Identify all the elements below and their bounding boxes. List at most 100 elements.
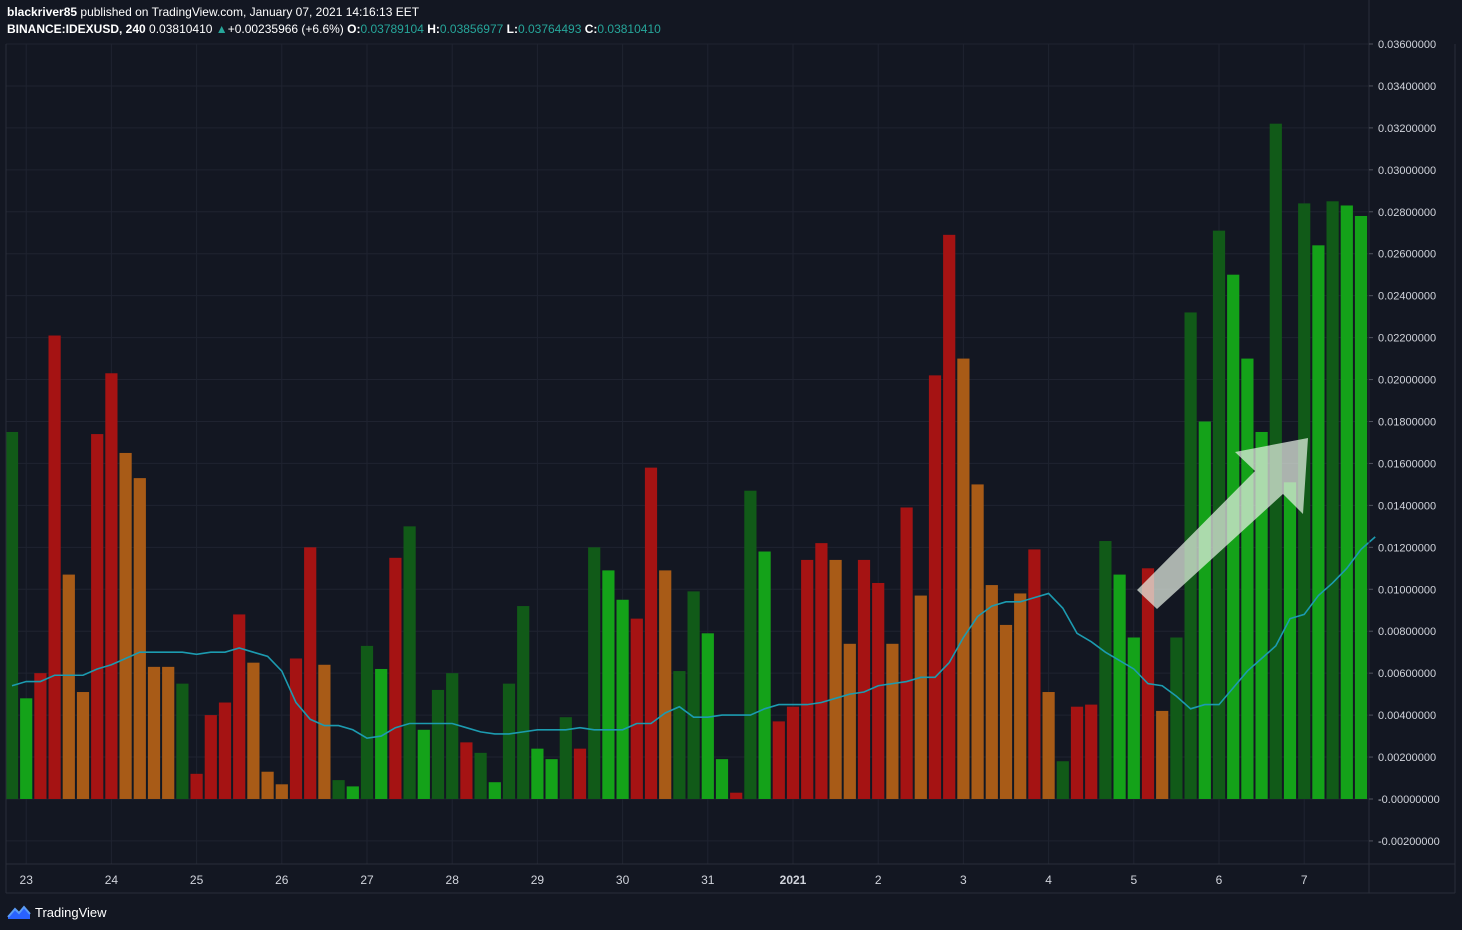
x-tick-label: 30 [616, 873, 630, 887]
histogram-bar [829, 559, 842, 799]
histogram-bar [659, 570, 672, 799]
histogram-bar [91, 434, 104, 799]
histogram-bar [517, 606, 530, 799]
x-tick-label: 28 [446, 873, 460, 887]
y-tick-label: 0.03000000 [1378, 165, 1436, 177]
histogram-bar [474, 752, 487, 799]
histogram-bar [715, 759, 729, 799]
histogram-bar [815, 543, 828, 799]
x-tick-label: 26 [275, 873, 289, 887]
histogram-bar [1127, 637, 1140, 799]
y-tick-label: 0.01000000 [1378, 584, 1436, 596]
x-tick-label: 23 [20, 873, 34, 887]
histogram-bar [1326, 201, 1339, 799]
histogram-bar [644, 467, 658, 799]
histogram-bar [1070, 706, 1084, 799]
y-tick-label: -0.00000000 [1378, 794, 1440, 806]
histogram-bar [446, 673, 459, 799]
histogram-bar [758, 551, 771, 799]
histogram-bar [162, 666, 175, 799]
histogram-bar [1042, 692, 1055, 799]
histogram-bar [204, 715, 217, 799]
y-tick-label: 0.03200000 [1378, 123, 1436, 135]
y-tick-label: 0.00800000 [1378, 626, 1436, 638]
histogram-bar [460, 742, 473, 799]
histogram-bar [332, 780, 345, 799]
histogram-bar [772, 721, 785, 799]
histogram-bar [999, 624, 1013, 799]
histogram-bars [5, 123, 1368, 799]
histogram-bar [1340, 205, 1353, 799]
y-tick-label: 0.01200000 [1378, 542, 1436, 554]
histogram-bar [857, 559, 871, 799]
histogram-bar [389, 557, 402, 799]
x-tick-label: 24 [105, 873, 119, 887]
y-tick-label: 0.00200000 [1378, 752, 1436, 764]
x-tick-label: 4 [1045, 873, 1052, 887]
y-tick-label: 0.01800000 [1378, 416, 1436, 428]
histogram-bar [786, 706, 800, 799]
price-chart[interactable]: 0.03600000 0.03400000 0.03200000 0.03000000… [0, 0, 1462, 930]
histogram-bar [1354, 215, 1368, 799]
histogram-bar [1241, 358, 1254, 799]
histogram-bar [957, 358, 970, 799]
histogram-bar [119, 452, 132, 799]
histogram-bar [872, 582, 885, 799]
histogram-bar [1056, 761, 1069, 799]
y-tick-label: 0.03600000 [1378, 39, 1436, 51]
histogram-bar [346, 786, 359, 799]
tradingview-logo-icon [7, 905, 31, 919]
x-tick-label: 5 [1130, 873, 1137, 887]
histogram-bar [62, 574, 75, 799]
histogram-bar [147, 666, 161, 799]
histogram-bar [275, 784, 288, 799]
histogram-bar [914, 595, 927, 799]
y-tick-label: 0.02400000 [1378, 291, 1436, 303]
price-scale[interactable]: 0.03600000 0.03400000 0.03200000 0.03000000… [1369, 39, 1440, 848]
histogram-bar [318, 664, 331, 799]
histogram-bar [971, 484, 984, 799]
histogram-bar [602, 570, 615, 799]
histogram-bar [261, 771, 274, 799]
time-scale[interactable]: 23 24 25 26 27 28 29 30 31 2021 2 3 4 5 6 7 [20, 873, 1308, 887]
y-tick-label: 0.02200000 [1378, 333, 1436, 345]
histogram-bar [218, 702, 232, 799]
histogram-bar [943, 234, 956, 799]
y-tick-label: 0.01400000 [1378, 500, 1436, 512]
y-tick-label: 0.02800000 [1378, 207, 1436, 219]
histogram-bar [233, 614, 246, 799]
histogram-bar [304, 547, 317, 799]
y-tick-label: 0.02000000 [1378, 375, 1436, 387]
histogram-bar [573, 748, 587, 799]
histogram-bar [730, 792, 743, 799]
histogram-bar [360, 645, 374, 799]
histogram-bar [673, 671, 686, 799]
histogram-bar [247, 662, 260, 799]
histogram-bar [5, 431, 19, 799]
histogram-bar [588, 547, 601, 799]
histogram-bar [48, 335, 61, 799]
histogram-bar [417, 729, 430, 799]
x-tick-label: 31 [701, 873, 715, 887]
histogram-bar [616, 599, 629, 799]
x-tick-label: 7 [1301, 873, 1308, 887]
brand-label: TradingView [35, 904, 107, 920]
histogram-bar [801, 559, 814, 799]
y-tick-label: 0.02600000 [1378, 249, 1436, 261]
histogram-bar [190, 773, 203, 799]
histogram-bar [105, 373, 118, 799]
x-tick-label: 6 [1216, 873, 1223, 887]
histogram-bar [545, 759, 558, 799]
histogram-bar [1170, 637, 1183, 799]
x-tick-label: 25 [190, 873, 204, 887]
histogram-bar [133, 478, 146, 799]
histogram-bar [1198, 421, 1211, 799]
histogram-bar [431, 689, 445, 799]
histogram-bar [531, 748, 544, 799]
histogram-bar [744, 490, 757, 799]
histogram-bar [176, 683, 189, 799]
tradingview-brand[interactable]: TradingView [7, 902, 107, 922]
y-tick-label: 0.00400000 [1378, 710, 1436, 722]
histogram-bar [985, 585, 998, 799]
histogram-bar [928, 375, 942, 799]
